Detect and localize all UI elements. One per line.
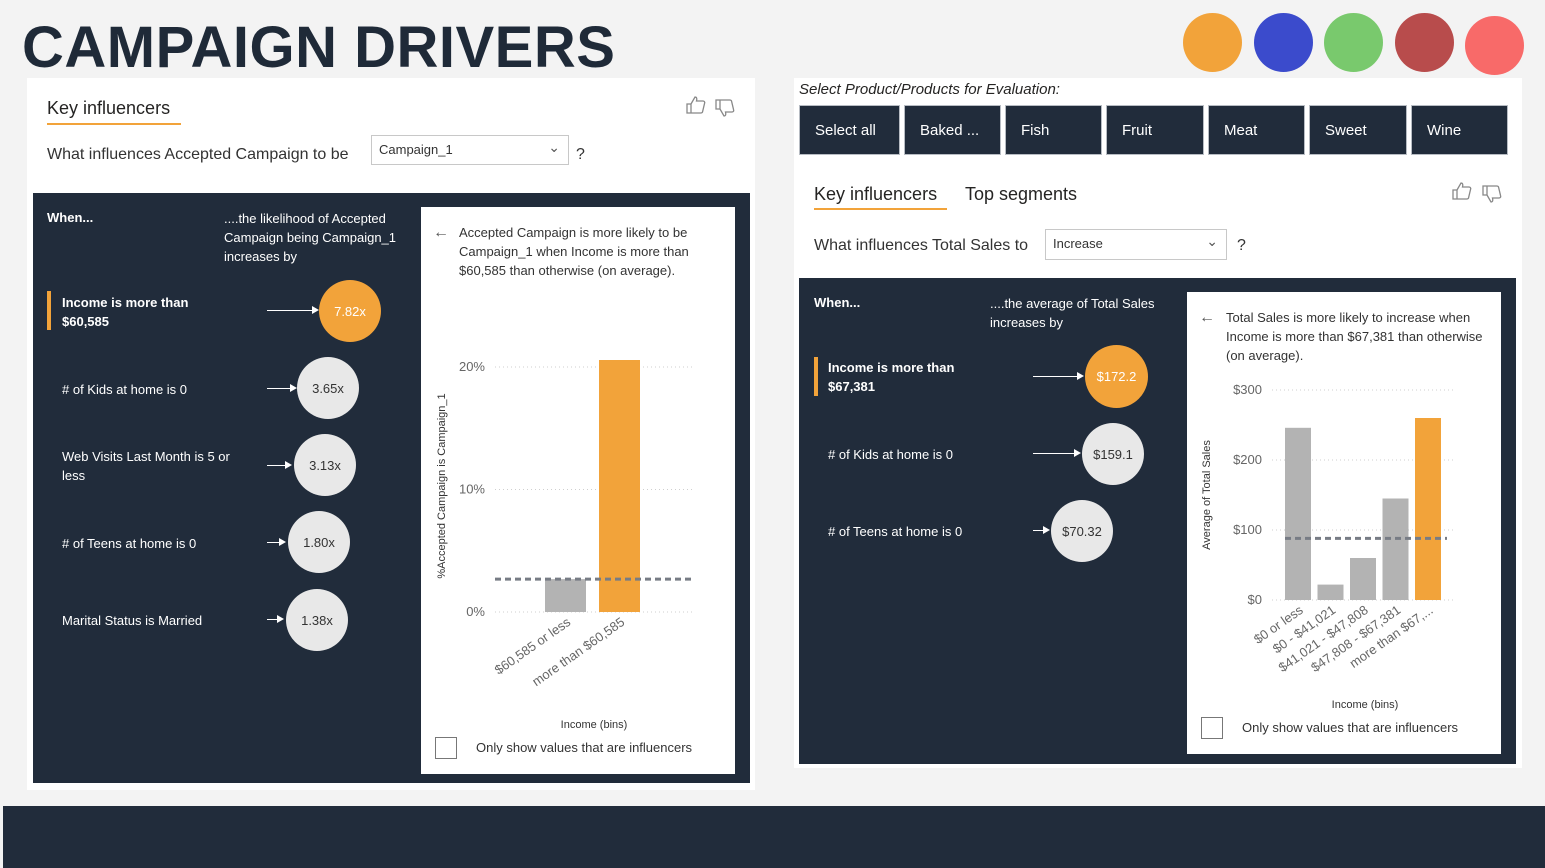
influencer-bubble[interactable]: $70.32: [1051, 500, 1113, 562]
influencer-label[interactable]: # of Kids at home is 0: [828, 445, 1008, 464]
arrow-head-icon: [1043, 526, 1050, 534]
back-arrow-icon[interactable]: ←: [1199, 309, 1215, 327]
y-tick-label: $0: [1248, 592, 1262, 607]
slicer-caption: Select Product/Products for Evaluation:: [799, 81, 1060, 98]
arrow-line: [1033, 453, 1075, 454]
arrow-head-icon: [290, 384, 297, 392]
outcome-dropdown[interactable]: Increase ⌄: [1045, 229, 1227, 260]
detail-description: Accepted Campaign is more likely to be C…: [459, 225, 689, 278]
dropdown-value: Campaign_1: [379, 142, 453, 157]
likelihood-header-right: ....the average of Total Sales increases…: [990, 296, 1155, 330]
arrow-head-icon: [285, 461, 292, 469]
bar: [1350, 558, 1376, 600]
color-swatch-coral[interactable]: [1465, 16, 1524, 75]
arrow-line: [267, 465, 287, 466]
arrow-head-icon: [277, 615, 284, 623]
slicer-item-wine[interactable]: Wine: [1411, 105, 1508, 155]
when-header-right: When...: [814, 295, 861, 310]
question-mark: ?: [576, 146, 585, 163]
bar: [599, 360, 640, 612]
influencer-label[interactable]: Income is more than $60,585: [62, 293, 232, 331]
y-tick-label: 10%: [459, 482, 485, 497]
dropdown-value: Increase: [1053, 236, 1103, 251]
influencer-label[interactable]: # of Teens at home is 0: [62, 534, 242, 553]
y-tick-label: $300: [1233, 382, 1262, 397]
bar-chart-left: 0%10%20%$60,585 or lessmore than $60,585…: [436, 359, 692, 731]
product-slicer: Select all Baked ... Fish Fruit Meat Swe…: [799, 105, 1512, 155]
footer-bar: [3, 806, 1545, 868]
question-label-left: What influences Accepted Campaign to be: [47, 146, 349, 163]
color-swatch-red[interactable]: [1395, 13, 1454, 72]
influencer-bubble[interactable]: 1.38x: [286, 589, 348, 651]
checkbox-label: Only show values that are influencers: [476, 740, 693, 755]
thumbs-up-icon[interactable]: [685, 95, 707, 120]
y-tick-label: $200: [1233, 452, 1262, 467]
chevron-down-icon: ⌄: [1206, 233, 1218, 249]
checkbox-label: Only show values that are influencers: [1242, 720, 1459, 735]
bar: [1415, 418, 1441, 600]
detail-description: Total Sales is more likely to increase w…: [1226, 310, 1483, 363]
influencer-label[interactable]: # of Teens at home is 0: [828, 522, 1008, 541]
selected-indicator: [47, 291, 51, 330]
influencers-only-checkbox[interactable]: [435, 737, 457, 759]
bar: [545, 579, 586, 612]
arrow-head-icon: [312, 306, 319, 314]
bar: [1285, 427, 1311, 600]
arrow-head-icon: [279, 538, 286, 546]
thumbs-down-icon[interactable]: [1481, 184, 1503, 209]
y-tick-label: 20%: [459, 359, 485, 374]
y-tick-label: $100: [1233, 522, 1262, 537]
bar: [1382, 498, 1409, 600]
influencer-bubble[interactable]: 3.13x: [294, 434, 356, 496]
tab-top-segments[interactable]: Top segments: [965, 184, 1077, 205]
tab-key-influencers-right[interactable]: Key influencers: [814, 184, 937, 205]
slicer-item-fruit[interactable]: Fruit: [1106, 105, 1204, 155]
thumbs-down-icon[interactable]: [714, 98, 736, 123]
selected-indicator: [814, 357, 818, 396]
color-swatch-orange[interactable]: [1183, 13, 1242, 72]
influencer-bubble[interactable]: 3.65x: [297, 357, 359, 419]
influencer-bubble[interactable]: $159.1: [1082, 423, 1144, 485]
y-tick-label: 0%: [466, 604, 485, 619]
likelihood-header-left: ....the likelihood of Accepted Campaign …: [224, 211, 397, 264]
bar-chart-right: $0$100$200$300$0 or less$0 - $41,021$41,…: [1201, 382, 1454, 711]
question-label-right: What influences Total Sales to: [814, 237, 1029, 254]
influencers-only-checkbox[interactable]: [1201, 717, 1223, 739]
slicer-item-meat[interactable]: Meat: [1208, 105, 1305, 155]
arrow-line: [1033, 376, 1078, 377]
bar: [1317, 584, 1344, 600]
slicer-item-baked[interactable]: Baked ...: [904, 105, 1001, 155]
slicer-item-fish[interactable]: Fish: [1005, 105, 1102, 155]
campaign-dropdown[interactable]: Campaign_1 ⌄: [371, 135, 569, 165]
color-swatch-green[interactable]: [1324, 13, 1383, 72]
y-axis-title: Average of Total Sales: [1201, 440, 1213, 550]
influencer-bubble[interactable]: 1.80x: [288, 511, 350, 573]
influencer-label[interactable]: Income is more than $67,381: [828, 358, 998, 396]
back-arrow-icon[interactable]: ←: [433, 224, 449, 242]
tab-underline: [814, 208, 947, 210]
influencer-label[interactable]: Web Visits Last Month is 5 or less: [62, 447, 242, 485]
arrow-line: [267, 310, 314, 311]
influencer-bubble[interactable]: 7.82x: [319, 280, 381, 342]
tab-underline: [47, 123, 181, 125]
tab-key-influencers-left[interactable]: Key influencers: [47, 98, 170, 119]
question-mark: ?: [1237, 237, 1246, 254]
page-title: CAMPAIGN DRIVERS: [22, 15, 616, 80]
arrow-head-icon: [1074, 449, 1081, 457]
y-axis-title: %Accepted Campaign is Campaign_1: [436, 393, 448, 578]
thumbs-up-icon[interactable]: [1451, 181, 1473, 206]
influencer-label[interactable]: Marital Status is Married: [62, 611, 242, 630]
influencer-bubble[interactable]: $172.2: [1085, 345, 1148, 408]
slicer-item-sweet[interactable]: Sweet: [1309, 105, 1407, 155]
arrow-head-icon: [1077, 372, 1084, 380]
color-swatch-blue[interactable]: [1254, 13, 1313, 72]
x-axis-title: Income (bins): [1332, 699, 1399, 711]
chevron-down-icon: ⌄: [548, 139, 560, 155]
slicer-item-select-all[interactable]: Select all: [799, 105, 900, 155]
x-axis-title: Income (bins): [561, 719, 628, 731]
arrow-line: [267, 388, 292, 389]
when-header-left: When...: [47, 210, 94, 225]
influencer-label[interactable]: # of Kids at home is 0: [62, 380, 242, 399]
x-tick-label: more than $60,585: [529, 614, 627, 689]
